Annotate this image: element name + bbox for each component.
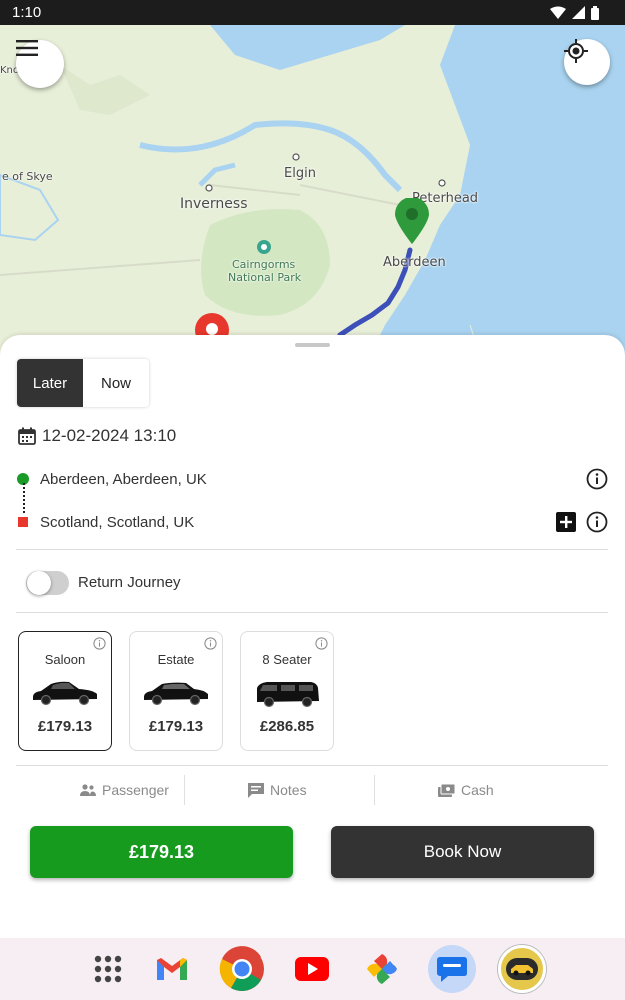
tab-later[interactable]: Later [17,359,83,407]
pickup-row[interactable]: Aberdeen, Aberdeen, UK [17,468,608,490]
pickup-address: Aberdeen, Aberdeen, UK [40,470,207,488]
time-segmented-control: Later Now [17,359,149,407]
map-label-national-park: National Park [228,271,302,284]
battery-icon [591,5,599,20]
dropoff-pin-icon[interactable] [195,313,229,335]
apps-grid-icon[interactable] [84,945,132,993]
fare-button[interactable]: £179.13 [30,826,293,878]
my-location-button[interactable] [564,39,610,85]
map-label-elgin: Elgin [284,166,316,181]
status-bar: 1:10 [0,0,625,25]
dropoff-info-icon[interactable] [586,511,608,533]
map-label-aberdeen: Aberdeen [383,255,446,270]
saloon-car-icon [33,681,97,706]
vehicle-card-estate[interactable]: Estate £179.13 [129,631,223,751]
divider [16,612,608,613]
pickup-info-icon[interactable] [586,468,608,490]
vehicle-info-icon[interactable] [315,637,328,650]
passenger-option[interactable]: Passenger [80,782,169,798]
cash-icon [438,783,455,797]
wifi-icon [550,6,566,19]
dropoff-square-icon [18,517,28,527]
photos-icon[interactable] [358,945,406,993]
messages-icon[interactable] [428,945,476,993]
vehicle-info-icon[interactable] [93,637,106,650]
status-icons [550,5,599,20]
map-canvas [0,25,625,355]
add-stop-icon[interactable] [556,512,576,532]
notes-label: Notes [270,782,307,798]
vehicle-name: 8 Seater [262,652,312,667]
vehicle-price: £286.85 [259,718,315,735]
vehicle-name: Saloon [44,652,86,667]
map-label-cairngorms: Cairngorms [232,258,296,271]
map-label-inverness: Inverness [180,196,248,212]
chrome-icon[interactable] [218,945,266,993]
datetime-value: 12-02-2024 13:10 [42,426,177,445]
signal-icon [572,6,585,19]
divider [16,549,608,550]
people-icon [80,784,96,796]
dropoff-row[interactable]: Scotland, Scotland, UK [17,511,608,533]
crosshair-icon [564,39,588,63]
booking-sheet: Later Now 12-02-2024 13:10 Aberdeen, Abe… [0,335,625,938]
vehicle-name: Estate [157,652,195,667]
notes-option[interactable]: Notes [248,782,307,798]
vehicle-price: £179.13 [148,718,204,735]
vehicle-card-saloon[interactable]: Saloon £179.13 [18,631,112,751]
option-separator [184,775,185,805]
status-time: 1:10 [12,4,42,21]
sheet-drag-handle[interactable] [295,343,330,347]
hamburger-icon [16,40,38,56]
payment-label: Cash [461,782,494,798]
route-connector [23,483,25,513]
taxi-app-icon[interactable] [498,945,546,993]
estate-car-icon [144,682,208,706]
return-journey-label: Return Journey [78,574,181,591]
return-journey-toggle[interactable] [26,571,69,595]
notes-icon [248,782,264,798]
option-separator [374,775,375,805]
payment-option[interactable]: Cash [438,782,494,798]
vehicle-card-8-seater[interactable]: 8 Seater £286.85 [240,631,334,751]
vehicle-price: £179.13 [37,718,93,735]
divider [16,765,608,766]
taskbar [0,938,625,1000]
passenger-label: Passenger [102,782,169,798]
pickup-pin-icon[interactable] [395,198,429,244]
youtube-icon[interactable] [288,945,336,993]
menu-button[interactable] [16,40,64,88]
dropoff-address: Scotland, Scotland, UK [40,513,195,531]
vehicle-info-icon[interactable] [204,637,217,650]
map-label-skye: e of Skye [2,170,53,183]
calendar-icon [18,427,36,445]
datetime-picker[interactable]: 12-02-2024 13:10 [18,426,176,446]
map-view[interactable]: e of Skye Knoy Inverness Elgin Peterhead… [0,25,625,355]
gmail-icon[interactable] [148,945,196,993]
toggle-knob [27,571,51,595]
tab-now[interactable]: Now [83,359,149,407]
book-now-button[interactable]: Book Now [331,826,594,878]
van-icon [257,682,319,708]
